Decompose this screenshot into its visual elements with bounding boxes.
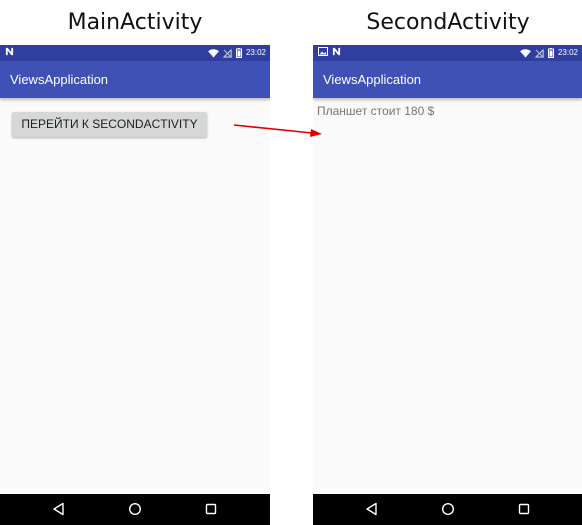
status-time: 23:02	[557, 48, 578, 57]
status-time: 23:02	[245, 48, 266, 57]
app-title: ViewsApplication	[10, 72, 109, 87]
no-signal-icon	[534, 48, 544, 58]
status-bar: 23:02	[0, 45, 270, 61]
home-icon[interactable]	[441, 502, 455, 516]
battery-icon	[547, 48, 554, 58]
tablet-price-text: Планшет стоит 180 $	[317, 104, 435, 118]
app-title: ViewsApplication	[323, 72, 422, 87]
recents-icon[interactable]	[517, 502, 531, 516]
n-notification-icon	[5, 47, 14, 56]
main-activity-screen: 23:02 ViewsApplication ПЕРЕЙТИ К SECONDA…	[0, 45, 270, 525]
image-notification-icon	[318, 47, 328, 56]
back-icon[interactable]	[365, 502, 379, 516]
caption-main-activity: MainActivity	[67, 10, 203, 35]
transition-arrow	[233, 124, 322, 137]
caption-second-activity: SecondActivity	[366, 10, 530, 35]
recents-icon[interactable]	[204, 502, 218, 516]
navigation-bar	[313, 494, 582, 525]
wifi-icon	[208, 48, 219, 58]
back-icon[interactable]	[52, 502, 66, 516]
battery-icon	[235, 48, 242, 58]
app-bar: ViewsApplication	[313, 61, 582, 98]
wifi-icon	[520, 48, 531, 58]
arrow-shaft	[233, 124, 313, 134]
app-bar: ViewsApplication	[0, 61, 270, 98]
arrow-head	[310, 129, 322, 137]
second-activity-screen: 23:02 ViewsApplication Планшет стоит 180…	[313, 45, 582, 525]
no-signal-icon	[222, 48, 232, 58]
home-icon[interactable]	[128, 502, 142, 516]
go-to-second-activity-button[interactable]: ПЕРЕЙТИ К SECONDACTIVITY	[12, 112, 207, 137]
status-bar: 23:02	[313, 45, 582, 61]
n-notification-icon	[332, 47, 341, 56]
navigation-bar	[0, 494, 270, 525]
